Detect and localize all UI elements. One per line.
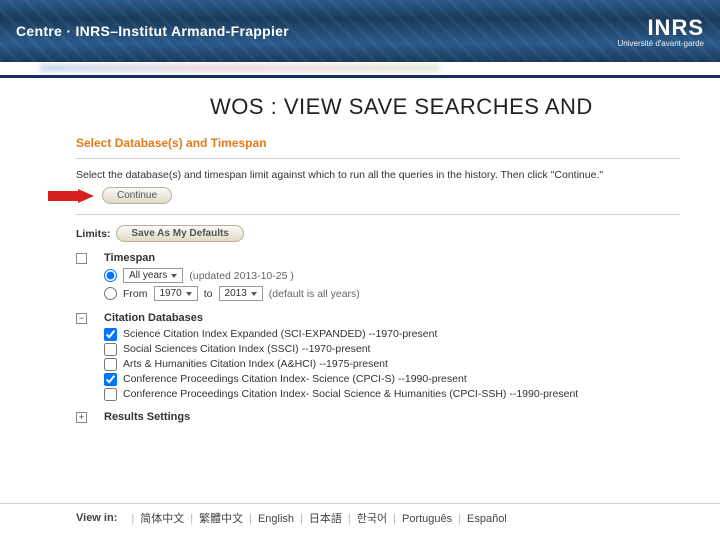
callout-arrow-icon — [48, 189, 94, 203]
brand-logo-sub: Université d'avant-garde — [618, 39, 704, 48]
language-link[interactable]: 한국어 — [357, 513, 387, 525]
tree-toggle-citation[interactable]: − — [76, 313, 87, 324]
org-title: Centre · INRS–Institut Armand-Frappier — [16, 23, 289, 39]
radio-from-to[interactable] — [104, 287, 117, 300]
language-link[interactable]: 简体中文 — [140, 513, 184, 525]
separator: | — [342, 513, 357, 525]
language-link[interactable]: 繁體中文 — [199, 513, 243, 525]
citation-db-checkbox[interactable] — [104, 328, 117, 341]
tree-toggle-timespan[interactable] — [76, 253, 87, 264]
radio-all-years[interactable] — [104, 269, 117, 282]
continue-button[interactable]: Continue — [102, 187, 172, 204]
app-banner: Centre · INRS–Institut Armand-Frappier I… — [0, 0, 720, 62]
language-link[interactable]: Português — [402, 513, 452, 525]
divider — [76, 214, 680, 215]
language-link[interactable]: 日本語 — [309, 513, 342, 525]
all-years-select[interactable]: All years — [123, 268, 183, 283]
brand-logo-main: INRS — [618, 15, 704, 41]
all-years-value: All years — [129, 270, 167, 281]
separator: | — [294, 513, 309, 525]
language-link[interactable]: English — [258, 513, 294, 525]
from-label: From — [123, 288, 148, 300]
from-year-value: 1970 — [160, 288, 182, 299]
separator: | — [243, 513, 258, 525]
all-years-note: (updated 2013-10-25 ) — [189, 270, 294, 282]
results-group: + Results Settings — [76, 411, 680, 427]
chevron-down-icon — [251, 292, 257, 296]
citation-db-label: Conference Proceedings Citation Index- S… — [123, 373, 467, 385]
separator: | — [184, 513, 199, 525]
brand-logo: INRS Université d'avant-garde — [618, 15, 704, 48]
citation-db-checkbox[interactable] — [104, 373, 117, 386]
citation-title: Citation Databases — [104, 312, 680, 324]
citation-db-checkbox[interactable] — [104, 343, 117, 356]
section-heading: Select Database(s) and Timespan — [76, 136, 680, 150]
banner-accent-strip — [0, 62, 720, 78]
results-title: Results Settings — [104, 411, 680, 423]
chevron-down-icon — [171, 274, 177, 278]
timespan-group: Timespan All years (updated 2013-10-25 )… — [76, 252, 680, 304]
divider — [76, 158, 680, 159]
language-link[interactable]: Español — [467, 513, 507, 525]
citation-db-row: Conference Proceedings Citation Index- S… — [104, 373, 680, 386]
citation-db-row: Conference Proceedings Citation Index- S… — [104, 388, 680, 401]
citation-db-label: Social Sciences Citation Index (SSCI) --… — [123, 343, 370, 355]
view-in-label: View in: — [76, 512, 117, 524]
limits-label: Limits: — [76, 228, 110, 240]
separator: | — [452, 513, 467, 525]
citation-db-row: Arts & Humanities Citation Index (A&HCI)… — [104, 358, 680, 371]
slide-title: WOS : VIEW SAVE SEARCHES AND — [0, 78, 720, 130]
separator: | — [125, 513, 140, 525]
chevron-down-icon — [186, 292, 192, 296]
citation-group: − Citation Databases Science Citation In… — [76, 312, 680, 403]
to-year-value: 2013 — [225, 288, 247, 299]
citation-db-label: Science Citation Index Expanded (SCI-EXP… — [123, 328, 437, 340]
to-year-select[interactable]: 2013 — [219, 286, 263, 301]
from-year-select[interactable]: 1970 — [154, 286, 198, 301]
wos-panel: Select Database(s) and Timespan Select t… — [0, 136, 720, 427]
language-bar: View in: |简体中文|繁體中文|English|日本語|한국어|Port… — [0, 503, 720, 526]
citation-db-checkbox[interactable] — [104, 358, 117, 371]
citation-db-row: Science Citation Index Expanded (SCI-EXP… — [104, 328, 680, 341]
citation-db-checkbox[interactable] — [104, 388, 117, 401]
citation-db-label: Arts & Humanities Citation Index (A&HCI)… — [123, 358, 388, 370]
timespan-title: Timespan — [104, 252, 680, 264]
separator: | — [387, 513, 402, 525]
citation-db-label: Conference Proceedings Citation Index- S… — [123, 388, 578, 400]
tree-toggle-results[interactable]: + — [76, 412, 87, 423]
save-defaults-button[interactable]: Save As My Defaults — [116, 225, 243, 242]
from-to-note: (default is all years) — [269, 288, 360, 300]
to-label: to — [204, 288, 213, 300]
citation-db-row: Social Sciences Citation Index (SSCI) --… — [104, 343, 680, 356]
instruction-text: Select the database(s) and timespan limi… — [76, 169, 680, 181]
